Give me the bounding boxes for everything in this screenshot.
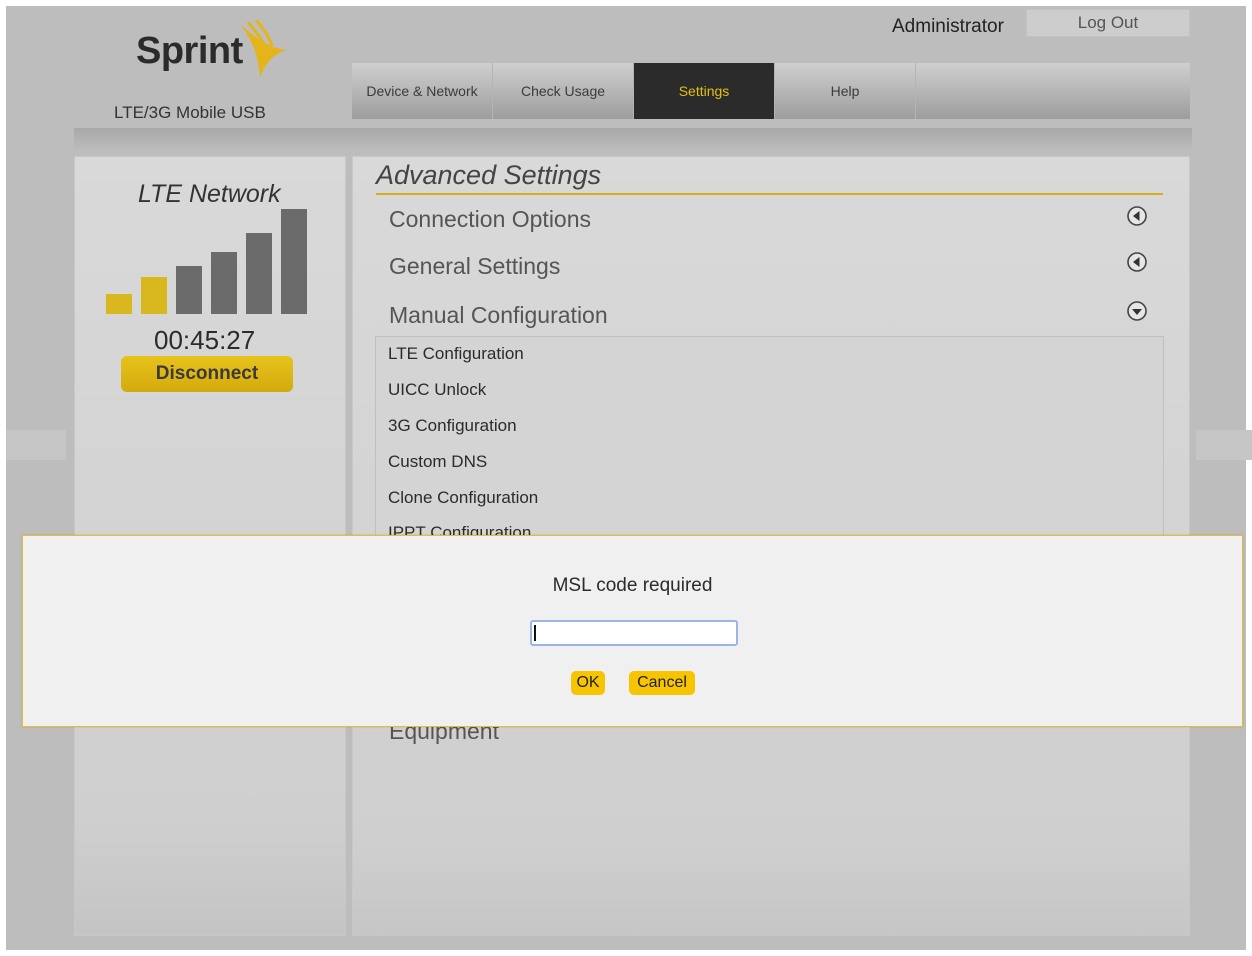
menu-item-custom-dns[interactable]: Custom DNS — [388, 452, 487, 472]
manual-config-submenu: LTE Configuration UICC Unlock 3G Configu… — [375, 336, 1164, 537]
section-general-settings[interactable]: General Settings — [389, 253, 560, 280]
signal-bar — [211, 252, 237, 314]
header-divider — [74, 128, 1192, 150]
tab-check-usage[interactable]: Check Usage — [493, 63, 634, 119]
disconnect-button[interactable]: Disconnect — [121, 356, 293, 392]
tab-settings[interactable]: Settings — [634, 63, 775, 119]
menu-item-uicc-unlock[interactable]: UICC Unlock — [388, 380, 486, 400]
msl-code-input[interactable] — [530, 620, 738, 646]
signal-bar — [106, 294, 132, 314]
collapse-arrow-icon[interactable] — [1127, 206, 1147, 226]
msl-dialog: MSL code required OK Cancel — [22, 535, 1243, 727]
cancel-button[interactable]: Cancel — [629, 671, 695, 695]
ok-button[interactable]: OK — [571, 671, 605, 695]
logout-button[interactable]: Log Out — [1026, 9, 1190, 37]
user-label: Administrator — [892, 16, 1004, 37]
sprint-logo-text: Sprint — [136, 30, 243, 72]
signal-bar — [246, 233, 272, 314]
connection-timer: 00:45:27 — [154, 325, 256, 355]
section-connection-options[interactable]: Connection Options — [389, 206, 591, 233]
signal-bar — [141, 277, 167, 314]
sprint-logo-icon — [240, 20, 286, 78]
signal-bar — [176, 266, 202, 314]
collapse-arrow-icon[interactable] — [1127, 252, 1147, 272]
section-manual-configuration[interactable]: Manual Configuration — [389, 302, 608, 329]
left-shade — [6, 430, 66, 460]
tab-help[interactable]: Help — [775, 63, 916, 119]
dialog-message: MSL code required — [552, 575, 713, 596]
page-title: Advanced Settings — [376, 160, 602, 190]
signal-bar — [281, 209, 307, 314]
network-type-label: LTE Network — [138, 180, 281, 208]
text-caret — [534, 625, 536, 641]
menu-item-3g-configuration[interactable]: 3G Configuration — [388, 416, 517, 436]
main-tabs: Device & Network Check Usage Settings He… — [352, 63, 1190, 119]
title-underline — [376, 193, 1163, 195]
menu-item-clone-configuration[interactable]: Clone Configuration — [388, 488, 538, 508]
expand-arrow-icon[interactable] — [1127, 301, 1147, 321]
menu-item-lte-configuration[interactable]: LTE Configuration — [388, 344, 524, 364]
right-shade — [1196, 430, 1252, 460]
device-subtitle: LTE/3G Mobile USB — [114, 103, 266, 122]
tab-device-network[interactable]: Device & Network — [352, 63, 493, 119]
